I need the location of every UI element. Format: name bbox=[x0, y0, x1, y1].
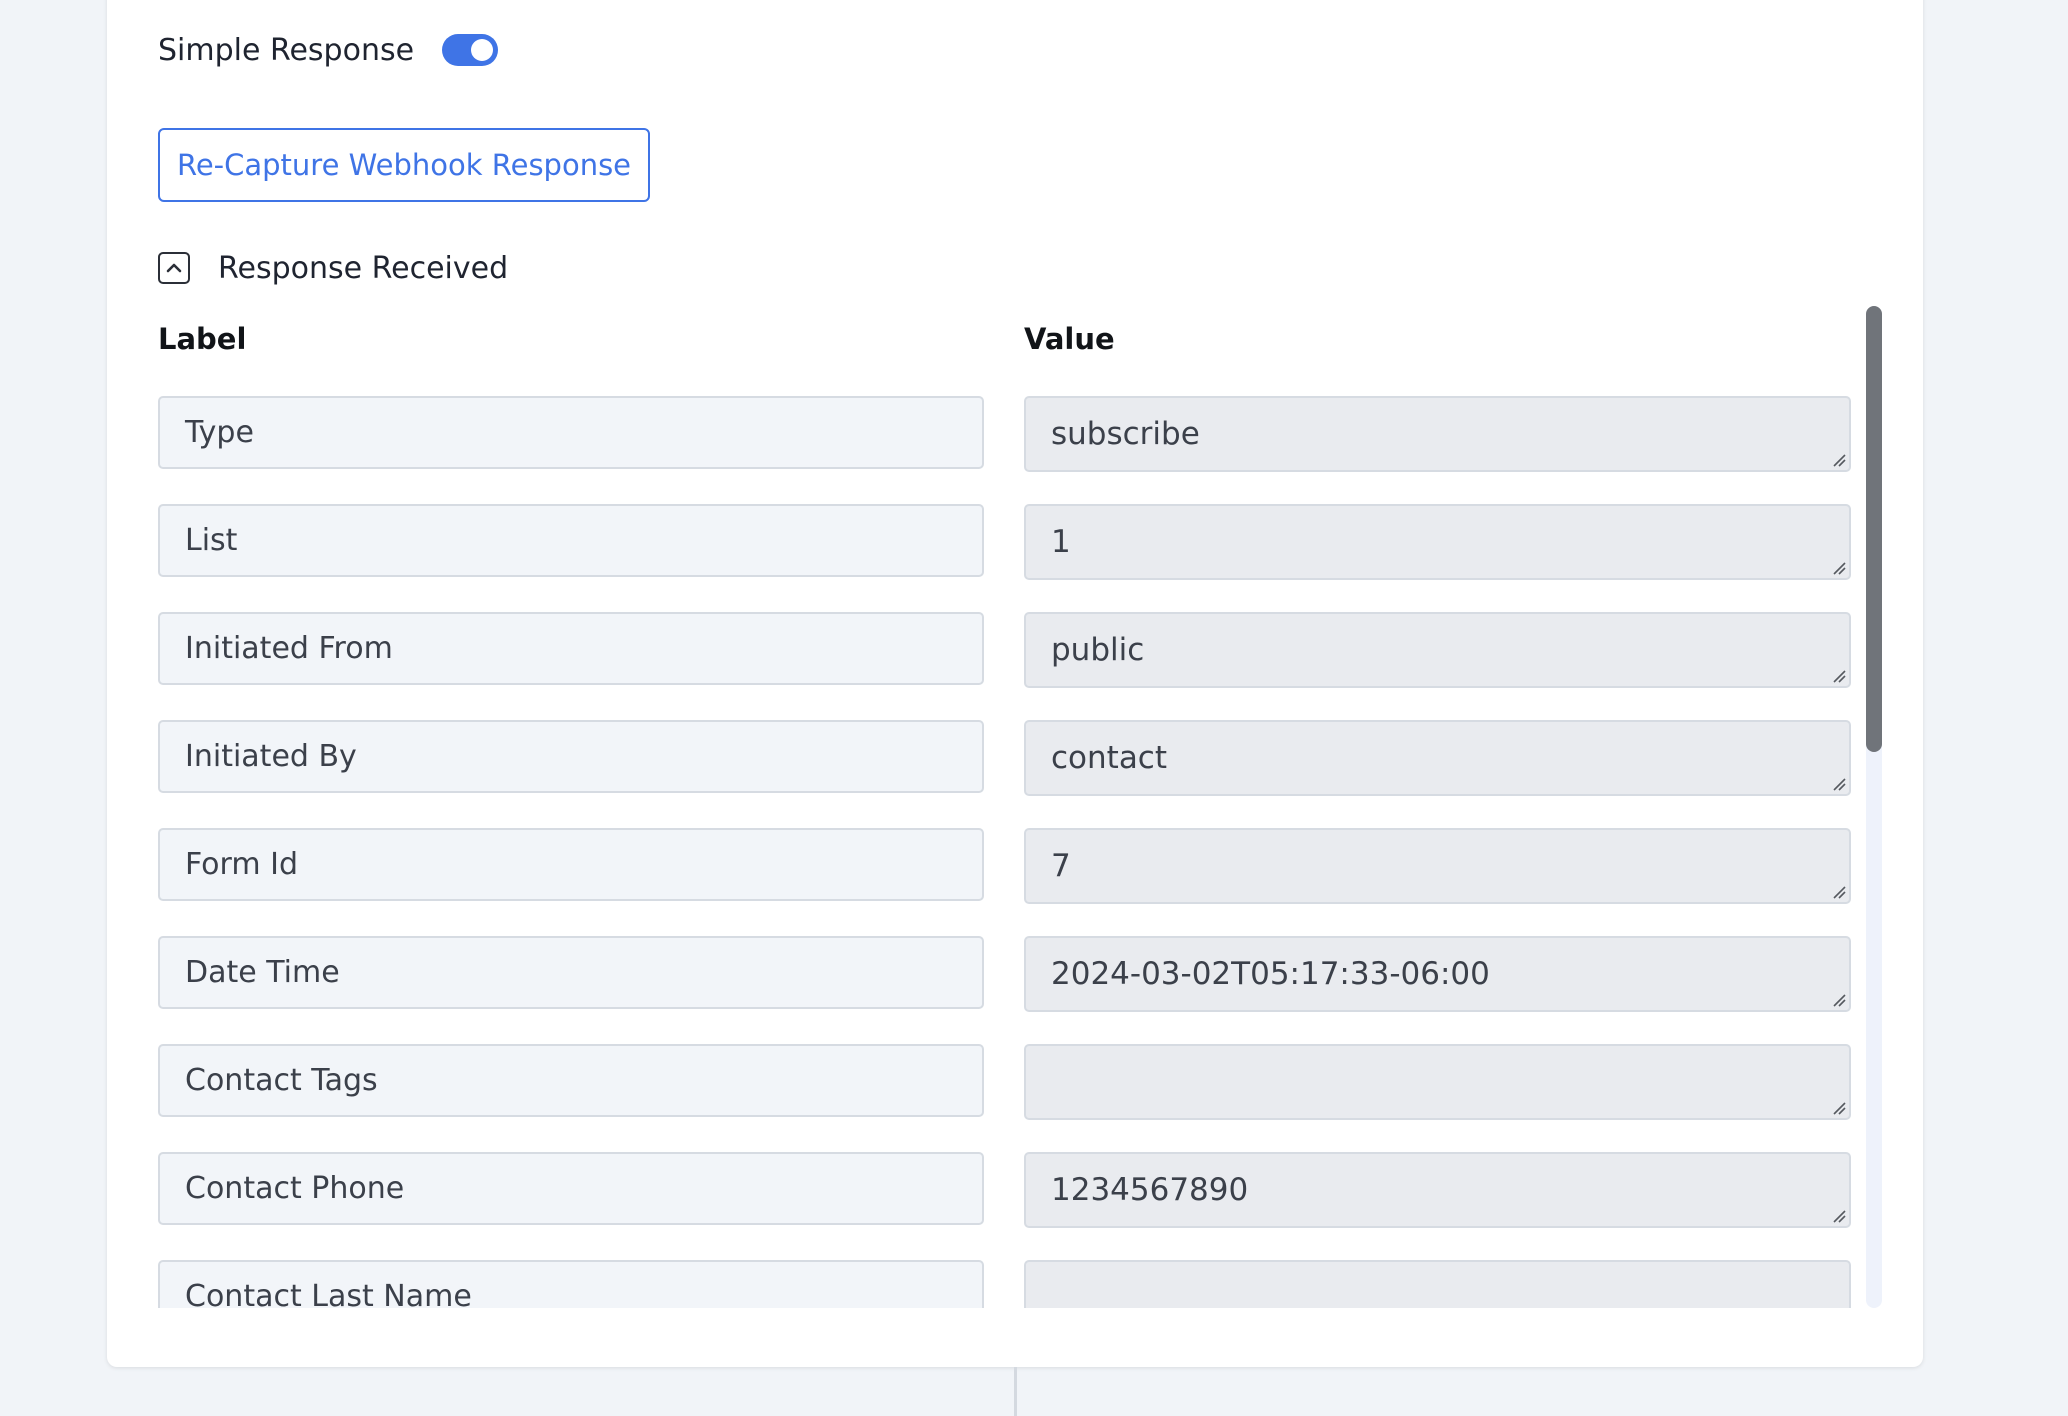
value-field[interactable]: 1234567890 bbox=[1024, 1152, 1851, 1228]
label-field[interactable]: Contact Tags bbox=[158, 1044, 984, 1117]
value-text: public bbox=[1051, 632, 1145, 668]
resize-grip-icon[interactable] bbox=[1832, 561, 1846, 575]
flow-connector-line bbox=[1014, 1367, 1017, 1416]
value-field[interactable]: 2024-03-02T05:17:33-06:00 bbox=[1024, 936, 1851, 1012]
value-field[interactable]: public bbox=[1024, 612, 1851, 688]
value-text: 1 bbox=[1051, 524, 1071, 560]
label-field[interactable]: Contact Phone bbox=[158, 1152, 984, 1225]
value-column-header: Value bbox=[1024, 322, 1115, 356]
value-field[interactable]: contact bbox=[1024, 720, 1851, 796]
resize-grip-icon[interactable] bbox=[1832, 885, 1846, 899]
simple-response-label: Simple Response bbox=[158, 32, 415, 68]
resize-grip-icon[interactable] bbox=[1832, 777, 1846, 791]
value-text: contact bbox=[1051, 740, 1168, 776]
resize-grip-icon[interactable] bbox=[1832, 1101, 1846, 1115]
label-field[interactable]: Contact Last Name bbox=[158, 1260, 984, 1308]
resize-grip-icon[interactable] bbox=[1832, 669, 1846, 683]
simple-response-toggle[interactable] bbox=[442, 34, 499, 66]
value-field[interactable]: subscribe bbox=[1024, 396, 1851, 472]
chevron-up-icon[interactable] bbox=[158, 252, 190, 284]
label-field[interactable]: Type bbox=[158, 396, 984, 469]
resize-grip-icon[interactable] bbox=[1832, 453, 1846, 467]
response-fields-list: Type subscribe List 1 Initiated From pub… bbox=[158, 396, 1888, 1308]
label-field[interactable]: Initiated From bbox=[158, 612, 984, 685]
value-text: subscribe bbox=[1051, 416, 1200, 452]
value-field[interactable]: 1 bbox=[1024, 504, 1851, 580]
label-field[interactable]: Initiated By bbox=[158, 720, 984, 793]
label-field[interactable]: Date Time bbox=[158, 936, 984, 1009]
label-field[interactable]: List bbox=[158, 504, 984, 577]
scrollbar-thumb[interactable] bbox=[1866, 306, 1882, 752]
value-field[interactable]: 7 bbox=[1024, 828, 1851, 904]
label-field[interactable]: Form Id bbox=[158, 828, 984, 901]
response-received-title: Response Received bbox=[218, 250, 509, 286]
resize-grip-icon[interactable] bbox=[1832, 993, 1846, 1007]
value-field[interactable] bbox=[1024, 1260, 1851, 1308]
toggle-knob bbox=[471, 39, 494, 61]
value-text: 2024-03-02T05:17:33-06:00 bbox=[1051, 956, 1490, 992]
resize-grip-icon[interactable] bbox=[1832, 1209, 1846, 1223]
value-text: 1234567890 bbox=[1051, 1172, 1249, 1208]
recapture-webhook-response-button[interactable]: Re-Capture Webhook Response bbox=[158, 128, 650, 202]
label-column-header: Label bbox=[158, 322, 247, 356]
value-field[interactable] bbox=[1024, 1044, 1851, 1120]
value-text: 7 bbox=[1051, 848, 1071, 884]
response-received-header: Response Received bbox=[158, 248, 508, 288]
simple-response-row: Simple Response bbox=[158, 30, 499, 70]
